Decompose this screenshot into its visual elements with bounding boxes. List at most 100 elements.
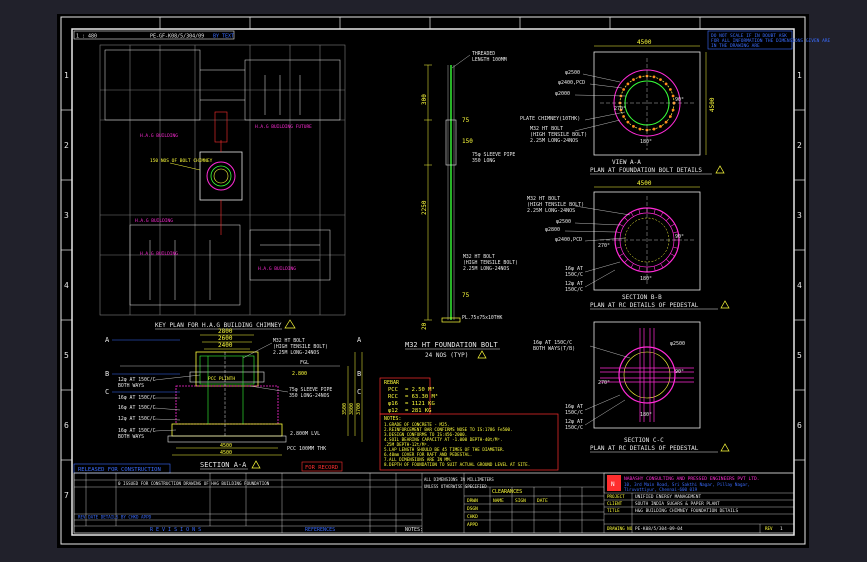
- project-value: UNIFIED ENERGY MANAGEMENT: [635, 494, 701, 500]
- svg-text:φ2500: φ2500: [565, 70, 580, 76]
- svg-text:4500: 4500: [637, 39, 652, 46]
- svg-text:150C/C: 150C/C: [565, 287, 583, 293]
- svg-text:φ12: φ12: [388, 408, 398, 414]
- bolt-hole: [622, 115, 626, 118]
- clearances-label: CLEARANCES: [492, 489, 522, 495]
- bolt-hole: [626, 82, 630, 86]
- svg-text:270°: 270°: [598, 380, 610, 386]
- svg-text:LENGTH 100MM: LENGTH 100MM: [472, 57, 507, 63]
- svg-text:APPD: APPD: [467, 522, 478, 528]
- svg-text:C: C: [105, 388, 109, 396]
- bolt-note: M32 HT BOLT: [463, 254, 495, 260]
- client-value: SOUTH INDIA SUGARS & PAPER PLANT: [635, 501, 720, 507]
- svg-text:DRAWING NO: DRAWING NO: [607, 526, 633, 531]
- svg-text:φ2000: φ2000: [555, 91, 570, 97]
- svg-text:BOTH WAYS: BOTH WAYS: [118, 434, 144, 440]
- grid-number: 1: [64, 71, 69, 80]
- bolt-hole: [659, 124, 662, 128]
- view-aa-subtitle: PLAN AT FOUNDATION BOLT DETAILS: [590, 167, 702, 174]
- svg-text:3500: 3500: [342, 403, 348, 415]
- bolt-detail-title: M32 HT FOUNDATION BOLT: [405, 341, 499, 349]
- svg-text:B: B: [357, 370, 361, 378]
- ffl-label: FGL: [300, 360, 309, 366]
- svg-text:350 LONG: 350 LONG: [472, 158, 495, 164]
- svg-text:20: 20: [421, 322, 428, 330]
- grid-number: 2: [64, 141, 69, 150]
- bolt-hole: [668, 88, 672, 91]
- svg-text:PLATE CHIMNEY(10THK): PLATE CHIMNEY(10THK): [520, 116, 580, 122]
- svg-text:DRWN: DRWN: [467, 498, 478, 504]
- svg-text:3800: 3800: [349, 403, 355, 415]
- scale-note: 1 : 480: [76, 34, 97, 40]
- svg-text:PROJECT: PROJECT: [607, 494, 625, 499]
- key-plan-callout: 150 NOS OF BOLT CHIMNEY: [150, 158, 213, 164]
- svg-text:RCC: RCC: [388, 394, 398, 400]
- svg-text:180°: 180°: [640, 139, 652, 145]
- bolt-hole: [671, 108, 675, 112]
- top-ref: PE-GF-K08/5/304/09: [150, 34, 204, 40]
- notes-label: NOTES:: [405, 527, 423, 533]
- svg-text:2800: 2800: [218, 328, 233, 335]
- key-plan-label: H.A.G BUILDING FUTURE: [255, 124, 312, 130]
- svg-text:150C/C: 150C/C: [565, 410, 583, 416]
- bolt-hole: [668, 115, 672, 118]
- cad-drawing-canvas[interactable]: 1 2 3 4 5 6 7 1 2 3 4 5 6 1 : 480 PE-GF-…: [0, 0, 867, 562]
- svg-text:φ2500: φ2500: [556, 219, 571, 225]
- key-plan-label: H.A.G BUILDING: [135, 218, 173, 224]
- svg-text:φ2400,PCD: φ2400,PCD: [558, 80, 585, 86]
- svg-text:CHKD: CHKD: [467, 514, 478, 520]
- key-plan-label: H.A.G BUILDING: [258, 266, 296, 272]
- bolt-hole: [622, 88, 626, 91]
- svg-text:2.800: 2.800: [292, 371, 307, 377]
- svg-text:φ2500: φ2500: [670, 341, 685, 347]
- svg-text:2400: 2400: [218, 342, 233, 349]
- revision-header: REV DATE DETAILS BY CHKD APPD: [78, 515, 152, 520]
- bolt-hole: [638, 75, 642, 79]
- svg-text:16φ AT 150C/C: 16φ AT 150C/C: [118, 405, 156, 411]
- bolt-hole: [638, 127, 642, 131]
- svg-text:90°: 90°: [675, 234, 684, 240]
- grid-number: 7: [64, 491, 69, 500]
- sleeve-note: 75φ SLEEVE PIPE: [472, 152, 515, 158]
- svg-text:DATE: DATE: [537, 498, 548, 504]
- svg-text:2.25M LONG-24NOS: 2.25M LONG-24NOS: [530, 138, 578, 144]
- pcc-label: PCC 100MM THK: [287, 446, 326, 452]
- bolt-detail-subtitle: 24 NOS (TYP): [425, 352, 468, 359]
- svg-text:= 2.50 M³: = 2.50 M³: [405, 386, 435, 393]
- rev-value: 1: [780, 526, 783, 532]
- svg-text:IN THE DRAWING ARE: IN THE DRAWING ARE: [711, 43, 760, 49]
- svg-text:= 63.30 M³: = 63.30 M³: [405, 393, 438, 400]
- svg-text:180°: 180°: [640, 276, 652, 282]
- svg-text:= 1121 KG: = 1121 KG: [405, 401, 435, 407]
- svg-text:270°: 270°: [598, 243, 610, 249]
- key-plan-label: H.A.G BUILDING: [140, 133, 178, 139]
- section-cc-title: SECTION C-C: [624, 437, 664, 444]
- svg-text:4500: 4500: [637, 180, 652, 187]
- svg-text:270°: 270°: [614, 106, 626, 112]
- bolt-hole: [632, 124, 635, 128]
- svg-text:2.25M LONG-24NOS: 2.25M LONG-24NOS: [273, 350, 319, 356]
- svg-text:2.25M LONG-24NOS: 2.25M LONG-24NOS: [527, 208, 575, 214]
- svg-text:4500: 4500: [709, 97, 716, 112]
- svg-text:16φ AT 150C/C: 16φ AT 150C/C: [118, 395, 156, 401]
- svg-text:CLIENT: CLIENT: [607, 501, 623, 506]
- plinth-label: PCC PLINTH: [208, 376, 235, 382]
- section-cc-subtitle: PLAN AT RC DETAILS OF PEDESTAL: [590, 445, 699, 452]
- svg-text:(HIGH TENSILE BOLT): (HIGH TENSILE BOLT): [463, 260, 518, 266]
- plate-note: PL.75x75x10THK: [462, 315, 503, 321]
- svg-text:3: 3: [797, 211, 802, 220]
- svg-text:180°: 180°: [640, 412, 652, 418]
- svg-text:φ2400,PCD: φ2400,PCD: [555, 237, 582, 243]
- svg-text:150: 150: [462, 138, 473, 145]
- svg-text:2: 2: [797, 141, 802, 150]
- svg-text:RELEASED FOR CONSTRUCTION: RELEASED FOR CONSTRUCTION: [78, 467, 161, 473]
- threaded-note: THREADED: [472, 51, 495, 57]
- section-bb-subtitle: PLAN AT RC DETAILS OF PEDESTAL: [590, 302, 699, 309]
- section-aa-title: SECTION A-A: [200, 461, 247, 469]
- svg-text:16φ AT 150C/C: 16φ AT 150C/C: [118, 428, 156, 434]
- title-value: H&G BUILDING CHIMNEY FOUNDATION DETAILS: [635, 508, 738, 514]
- svg-text:1: 1: [797, 71, 802, 80]
- svg-text:350 LONG-24NOS: 350 LONG-24NOS: [289, 393, 330, 399]
- svg-text:φ2800: φ2800: [545, 227, 560, 233]
- key-plan-label: H.A.G BUILDING: [140, 251, 178, 257]
